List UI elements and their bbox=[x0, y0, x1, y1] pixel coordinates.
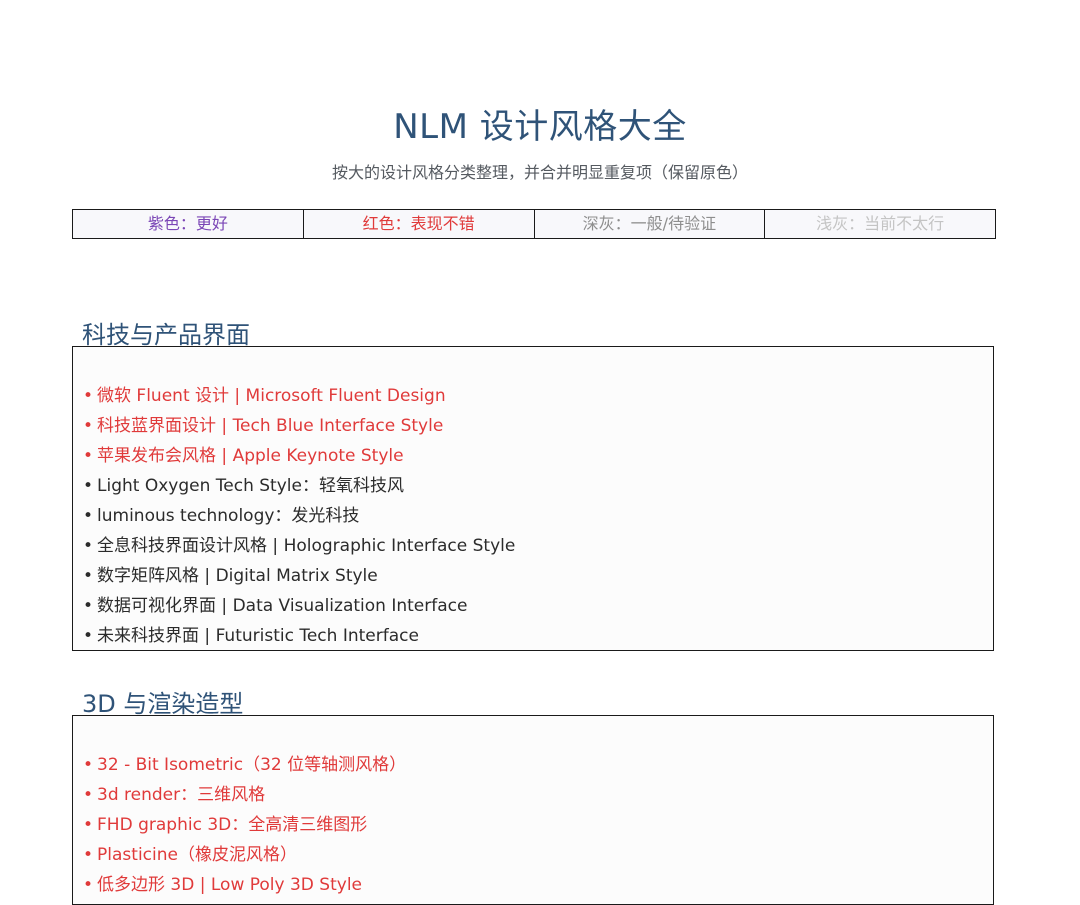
list-item: • 低多边形 3D | Low Poly 3D Style bbox=[83, 875, 363, 895]
color-legend: 紫色：更好 红色：表现不错 深灰：一般/待验证 浅灰：当前不太行 bbox=[72, 209, 996, 239]
list-item: • 32 - Bit Isometric（32 位等轴测风格） bbox=[83, 755, 407, 775]
page-subtitle: 按大的设计风格分类整理，并合并明显重复项（保留原色） bbox=[331, 163, 748, 182]
page-title: NLM 设计风格大全 bbox=[393, 106, 687, 147]
section-box-3d-render: • 32 - Bit Isometric（32 位等轴测风格） • 3d rende… bbox=[72, 715, 994, 905]
style-list-3d-render: • 32 - Bit Isometric（32 位等轴测风格） • 3d rende… bbox=[73, 716, 993, 900]
list-item: • 未来科技界面 | Futuristic Tech Interface bbox=[83, 626, 419, 646]
legend-light-gray: 浅灰：当前不太行 bbox=[816, 214, 945, 233]
list-item: • 苹果发布会风格 | Apple Keynote Style bbox=[83, 446, 404, 466]
legend-red: 红色：表现不错 bbox=[304, 210, 535, 238]
list-item: • luminous technology：发光科技 bbox=[83, 506, 360, 526]
list-item: • 数字矩阵风格 | Digital Matrix Style bbox=[83, 566, 378, 586]
list-item: • 全息科技界面设计风格 | Holographic Interface Styl… bbox=[83, 536, 516, 556]
list-item: • 科技蓝界面设计 | Tech Blue Interface Style bbox=[83, 416, 444, 436]
list-item: • Plasticine（橡皮泥风格） bbox=[83, 845, 297, 865]
legend-purple: 紫色：更好 bbox=[73, 210, 304, 238]
section-box-tech-ui: • 微软 Fluent 设计 | Microsoft Fluent Design … bbox=[72, 346, 994, 651]
style-list-tech-ui: • 微软 Fluent 设计 | Microsoft Fluent Design … bbox=[73, 347, 993, 650]
list-item: • 微软 Fluent 设计 | Microsoft Fluent Design bbox=[83, 386, 446, 406]
list-item: • 数据可视化界面 | Data Visualization Interface bbox=[83, 596, 468, 616]
list-item: • FHD graphic 3D：全高清三维图形 bbox=[83, 815, 368, 835]
list-item: • Light Oxygen Tech Style：轻氧科技风 bbox=[83, 476, 404, 496]
legend-dark-gray: 深灰：一般/待验证 bbox=[535, 210, 766, 238]
list-item: • 3d render：三维风格 bbox=[83, 785, 266, 805]
